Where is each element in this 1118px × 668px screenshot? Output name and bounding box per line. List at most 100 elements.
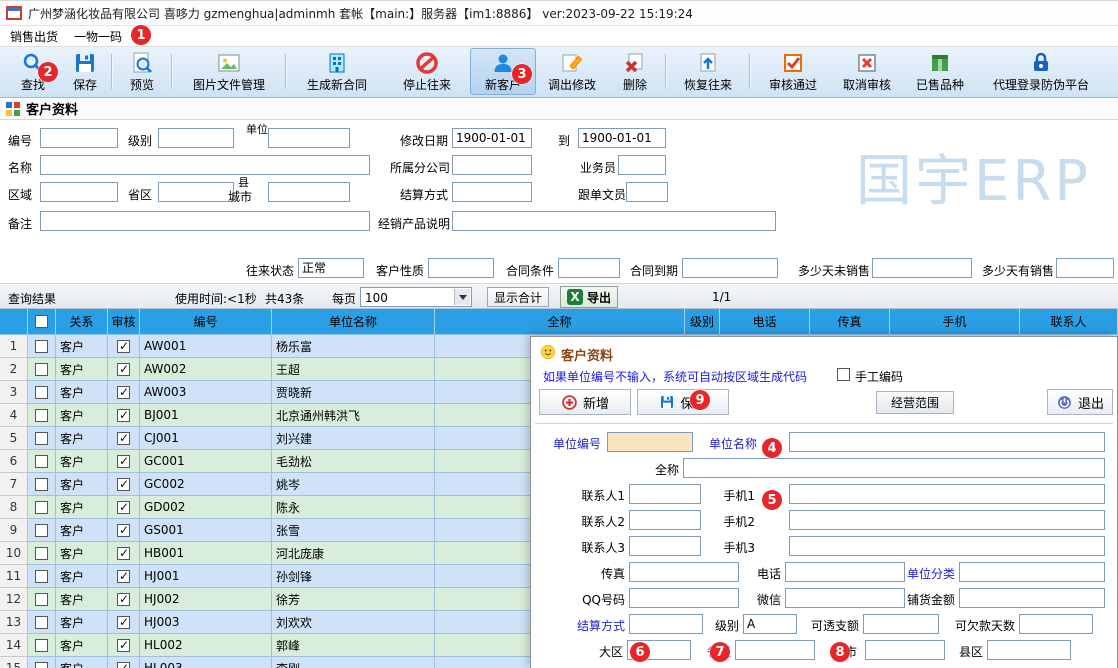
header-phone[interactable]: 电话 — [720, 309, 810, 335]
unit-name-input[interactable] — [789, 432, 1105, 452]
doc-clerk-input[interactable] — [626, 182, 668, 202]
per-page-select[interactable]: 100 — [360, 287, 472, 307]
modify-date-input[interactable]: 1900-01-01 — [452, 128, 532, 148]
branch-input[interactable] — [452, 155, 532, 175]
wechat-input[interactable] — [785, 588, 905, 608]
audit-cell[interactable] — [108, 427, 140, 450]
city-input[interactable] — [268, 182, 350, 202]
header-full-name[interactable]: 全称 — [435, 309, 685, 335]
show-total-button[interactable]: 显示合计 — [487, 287, 549, 307]
county-area-input[interactable] — [987, 640, 1071, 660]
dialog-save-button[interactable]: 保存 — [637, 389, 729, 415]
settle-input[interactable] — [452, 182, 532, 202]
row-select[interactable] — [28, 519, 56, 542]
save-button[interactable]: 保存 — [62, 48, 108, 95]
audit-cell[interactable] — [108, 611, 140, 634]
audit-cell[interactable] — [108, 519, 140, 542]
unit-category-input[interactable] — [959, 562, 1105, 582]
audit-cell[interactable] — [108, 542, 140, 565]
qq-input[interactable] — [629, 588, 739, 608]
fax-input[interactable] — [629, 562, 739, 582]
header-contact[interactable]: 联系人 — [1020, 309, 1118, 335]
remark-input[interactable] — [40, 211, 370, 231]
agent-login-button[interactable]: 代理登录防伪平台 — [978, 48, 1104, 95]
row-select[interactable] — [28, 473, 56, 496]
salesman-input[interactable] — [618, 155, 666, 175]
settle-method-input[interactable] — [629, 614, 703, 634]
overdraft-input[interactable] — [863, 614, 939, 634]
row-select[interactable] — [28, 496, 56, 519]
approve-button[interactable]: 审核通过 — [754, 48, 832, 95]
unit-code-input[interactable] — [607, 432, 693, 452]
to-date-input[interactable]: 1900-01-01 — [578, 128, 666, 148]
contact1-input[interactable] — [629, 484, 701, 504]
header-audit[interactable]: 审核 — [108, 309, 140, 335]
row-select[interactable] — [28, 611, 56, 634]
header-code[interactable]: 编号 — [140, 309, 272, 335]
audit-cell[interactable] — [108, 634, 140, 657]
dialog-add-button[interactable]: 新增 — [539, 389, 631, 415]
audit-cell[interactable] — [108, 381, 140, 404]
product-desc-input[interactable] — [452, 211, 776, 231]
audit-cell[interactable] — [108, 450, 140, 473]
row-select[interactable] — [28, 542, 56, 565]
audit-cell[interactable] — [108, 335, 140, 358]
audit-cell[interactable] — [108, 588, 140, 611]
audit-cell[interactable] — [108, 404, 140, 427]
dropdown-arrow-icon[interactable] — [454, 289, 470, 305]
level-input[interactable]: A — [743, 614, 797, 634]
phone-input[interactable] — [785, 562, 905, 582]
settle-method-label[interactable]: 结算方式 — [571, 617, 625, 634]
contact2-input[interactable] — [629, 510, 701, 530]
unit-code-label[interactable]: 单位编号 — [543, 435, 601, 452]
manual-code-checkbox[interactable] — [837, 368, 850, 381]
menu-item-one-code[interactable]: 一物一码 — [74, 28, 122, 45]
full-name-input[interactable] — [683, 458, 1105, 478]
province-area-input[interactable] — [735, 640, 815, 660]
row-select[interactable] — [28, 450, 56, 473]
header-mobile[interactable]: 手机 — [890, 309, 1020, 335]
province-input[interactable] — [158, 182, 234, 202]
header-fax[interactable]: 传真 — [810, 309, 890, 335]
audit-cell[interactable] — [108, 358, 140, 381]
row-select[interactable] — [28, 657, 56, 668]
row-select[interactable] — [28, 335, 56, 358]
row-select[interactable] — [28, 358, 56, 381]
mobile1-input[interactable] — [789, 484, 1105, 504]
status-input[interactable]: 正常 — [298, 258, 364, 278]
audit-cell[interactable] — [108, 565, 140, 588]
new-contract-button[interactable]: 生成新合同 — [290, 48, 384, 95]
row-select[interactable] — [28, 565, 56, 588]
header-relation[interactable]: 关系 — [56, 309, 108, 335]
delete-button[interactable]: 删除 — [608, 48, 662, 95]
preview-button[interactable]: 预览 — [116, 48, 168, 95]
stop-dealing-button[interactable]: 停止往来 — [384, 48, 470, 95]
mobile2-input[interactable] — [789, 510, 1105, 530]
audit-cell[interactable] — [108, 657, 140, 668]
menu-item-sales-out[interactable]: 销售出货 — [10, 28, 58, 45]
header-select-all[interactable] — [28, 309, 56, 335]
sold-items-button[interactable]: 已售品种 — [902, 48, 978, 95]
header-level[interactable]: 级别 — [685, 309, 720, 335]
days-sale-input[interactable] — [1056, 258, 1114, 278]
business-scope-button[interactable]: 经营范围 — [876, 391, 954, 414]
row-select[interactable] — [28, 427, 56, 450]
level-input[interactable] — [158, 128, 234, 148]
name-input[interactable] — [40, 155, 370, 175]
audit-cell[interactable] — [108, 473, 140, 496]
unit-name-label[interactable]: 单位名称 — [701, 435, 757, 452]
edit-button[interactable]: 调出修改 — [536, 48, 608, 95]
days-no-sale-input[interactable] — [872, 258, 972, 278]
owed-days-input[interactable] — [1019, 614, 1093, 634]
mobile3-input[interactable] — [789, 536, 1105, 556]
contract-due-input[interactable] — [682, 258, 778, 278]
audit-cell[interactable] — [108, 496, 140, 519]
row-select[interactable] — [28, 588, 56, 611]
contact3-input[interactable] — [629, 536, 701, 556]
export-button[interactable]: X 导出 — [560, 286, 618, 308]
header-unit-name[interactable]: 单位名称 — [272, 309, 435, 335]
nature-input[interactable] — [428, 258, 494, 278]
city-area-input[interactable] — [865, 640, 945, 660]
unit-input[interactable] — [268, 128, 350, 148]
cancel-audit-button[interactable]: 取消审核 — [832, 48, 902, 95]
